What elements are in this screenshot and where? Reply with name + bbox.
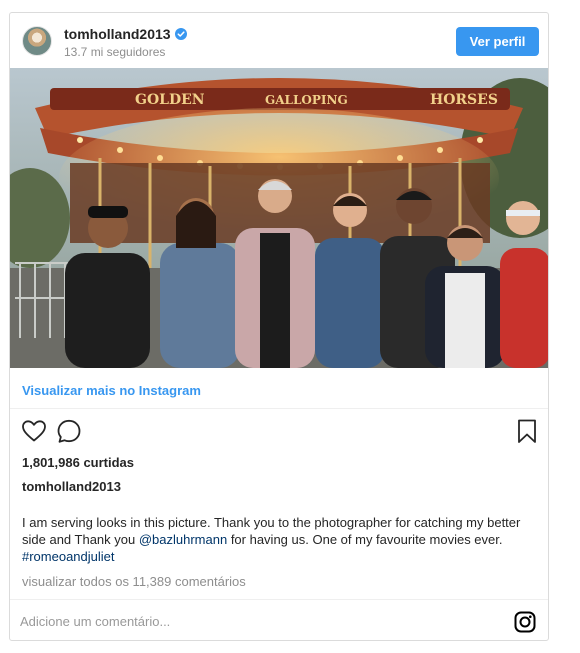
verified-badge-icon bbox=[174, 28, 187, 40]
caption-username[interactable]: tomholland2013 bbox=[22, 479, 121, 494]
heart-icon[interactable] bbox=[20, 417, 48, 445]
comment-input[interactable] bbox=[20, 609, 490, 633]
caption-text: I am serving looks in this picture. Than… bbox=[22, 514, 538, 565]
comment-bubble-icon[interactable] bbox=[55, 417, 83, 445]
instagram-embed-card: tomholland2013 13.7 mi seguidores Ver pe… bbox=[9, 12, 549, 641]
carousel-photo-illustration: GOLDEN GALLOPING HORSES bbox=[10, 68, 548, 368]
carousel-sign-left: GOLDEN bbox=[135, 92, 205, 108]
avatar[interactable] bbox=[22, 26, 52, 56]
view-more-on-instagram-link[interactable]: Visualizar mais no Instagram bbox=[22, 383, 201, 398]
view-profile-button[interactable]: Ver perfil bbox=[456, 27, 539, 56]
divider bbox=[10, 599, 548, 600]
mention-link[interactable]: @bazluhrmann bbox=[139, 532, 227, 547]
username[interactable]: tomholland2013 bbox=[64, 26, 171, 42]
carousel-sign-middle: GALLOPING bbox=[265, 93, 348, 107]
view-all-comments-link[interactable]: visualizar todos os 11,389 comentários bbox=[22, 574, 246, 589]
post-header: tomholland2013 13.7 mi seguidores Ver pe… bbox=[10, 13, 548, 68]
bookmark-icon[interactable] bbox=[513, 417, 541, 445]
hashtag-link[interactable]: #romeoandjuliet bbox=[22, 549, 115, 564]
like-count[interactable]: 1,801,986 curtidas bbox=[22, 455, 134, 470]
follower-count: 13.7 mi seguidores bbox=[64, 45, 166, 59]
action-bar bbox=[10, 417, 548, 449]
carousel-sign-right: HORSES bbox=[430, 92, 498, 108]
post-photo[interactable]: GOLDEN GALLOPING HORSES bbox=[10, 68, 548, 368]
username-row: tomholland2013 bbox=[64, 26, 187, 42]
instagram-logo-icon[interactable] bbox=[514, 611, 536, 633]
caption-text-part2: for having us. One of my favourite movie… bbox=[227, 532, 503, 547]
divider bbox=[10, 408, 548, 409]
